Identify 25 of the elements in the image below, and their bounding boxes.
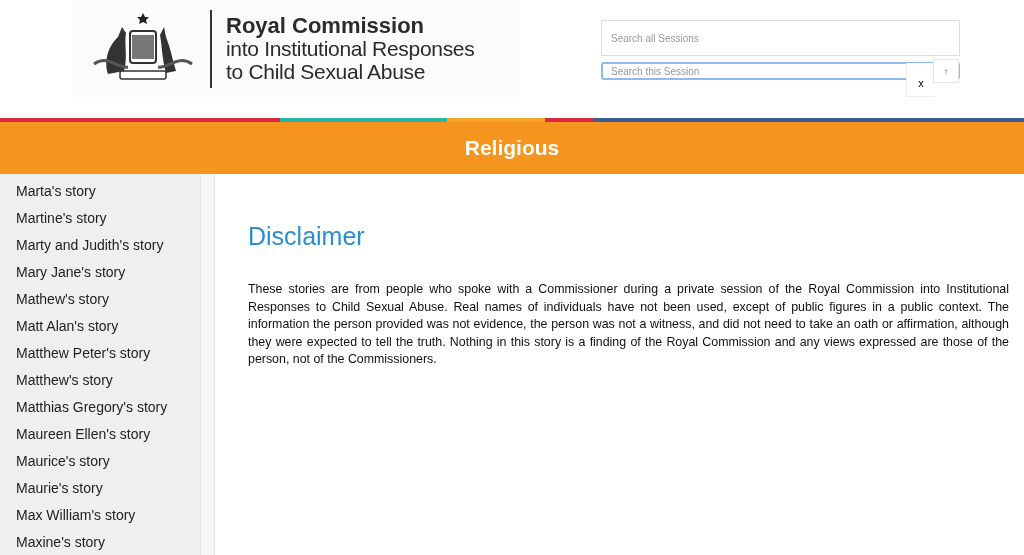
story-link[interactable]: Matt Alan's story [0, 313, 200, 340]
story-link[interactable]: Maureen Ellen's story [0, 421, 200, 448]
story-link[interactable]: Marty and Judith's story [0, 232, 200, 259]
section-title: Religious [464, 136, 560, 160]
logo-title: Royal Commission [226, 14, 426, 37]
story-link[interactable]: Martine's story [0, 205, 200, 232]
story-link[interactable]: Matthias Gregory's story [0, 394, 200, 421]
up-button[interactable]: ↑ [933, 59, 959, 83]
search-field[interactable]: Search all Sessions [601, 20, 960, 56]
story-link[interactable]: Max William's story [0, 502, 200, 529]
story-link[interactable]: Mathew's story [0, 286, 200, 313]
story-link[interactable]: Maurice's story [0, 448, 200, 475]
page-heading: Disclaimer [248, 222, 366, 251]
story-link[interactable]: Maurie's story [0, 475, 200, 502]
logo[interactable]: Royal Commission into Institutional Responses to Child Sexual Abuse [72, 0, 520, 97]
story-link[interactable]: Maxine's story [0, 529, 200, 555]
clear-button[interactable]: x [906, 63, 935, 97]
story-link[interactable]: Mary Jane's story [0, 259, 200, 286]
disclaimer-text: These stories are from people who spoke with a Commissioner during a private session of the Royal Commission into Institutional Responses to Child Sexual Abuse. Real names of individuals have not been used, except of public figures in a public context. The information the person provided was not evidence, the person was not a witness, and did not need to take an oath or affirmation, although they were expected to tell the truth. Nothing in this story is a finding of the Royal Commission and any views expressed are those of the person, not of the Commissioners. [248, 281, 1009, 368]
scrollbar[interactable] [200, 174, 215, 555]
story-link[interactable]: Marta's story [0, 178, 200, 205]
logo-subtitle: to Child Sexual Abuse [226, 60, 427, 83]
story-link[interactable]: Matthew Peter's story [0, 340, 200, 367]
logo-subtitle: into Institutional Responses [226, 37, 475, 60]
story-link[interactable]: Matthew's story [0, 367, 200, 394]
